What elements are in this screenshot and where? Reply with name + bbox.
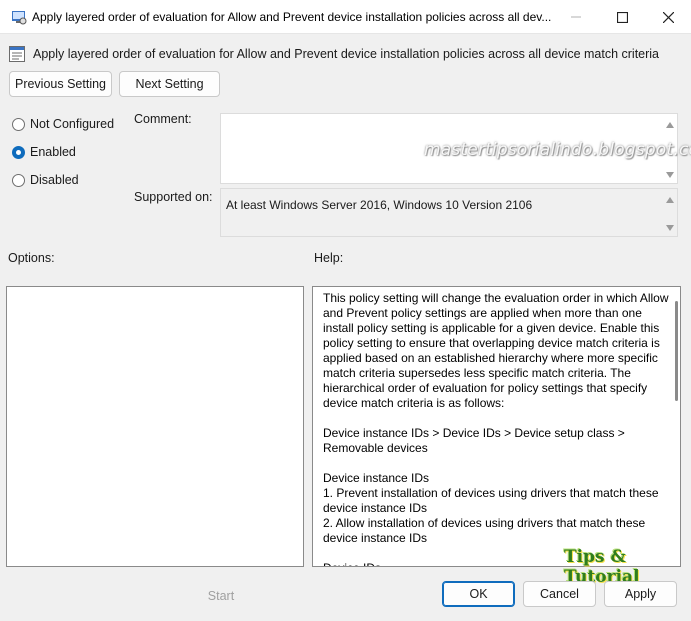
- ok-button[interactable]: OK: [442, 581, 515, 607]
- supported-on-value: At least Windows Server 2016, Windows 10…: [226, 198, 533, 212]
- radio-label: Disabled: [30, 173, 79, 187]
- radio-circle-checked[interactable]: [12, 145, 25, 159]
- options-label: Options:: [8, 251, 55, 265]
- help-label: Help:: [314, 251, 344, 265]
- help-text: This policy setting will change the eval…: [323, 291, 669, 566]
- supported-on-label: Supported on:: [134, 190, 213, 204]
- maximize-icon: [616, 11, 628, 23]
- start-button[interactable]: Start: [198, 583, 244, 609]
- radio-label: Enabled: [30, 145, 76, 159]
- scroll-up-icon[interactable]: [665, 120, 674, 129]
- policy-title: Apply layered order of evaluation for Al…: [33, 47, 660, 61]
- scroll-down-icon[interactable]: [665, 223, 674, 232]
- radio-disabled[interactable]: Disabled: [12, 172, 79, 188]
- apply-button[interactable]: Apply: [604, 581, 677, 607]
- window-title: Apply layered order of evaluation for Al…: [32, 10, 552, 24]
- scroll-down-icon[interactable]: [665, 170, 674, 179]
- help-panel[interactable]: This policy setting will change the eval…: [312, 286, 681, 567]
- comment-label: Comment:: [134, 112, 192, 126]
- supported-on-field: At least Windows Server 2016, Windows 10…: [220, 188, 678, 237]
- minimize-icon: [571, 16, 581, 18]
- scroll-up-icon[interactable]: [665, 195, 674, 204]
- minimize-button[interactable]: [553, 0, 599, 34]
- title-bar: Apply layered order of evaluation for Al…: [0, 0, 691, 34]
- radio-not-configured[interactable]: Not Configured: [12, 116, 114, 132]
- policy-editor-app-icon: [11, 9, 27, 25]
- previous-setting-button[interactable]: Previous Setting: [9, 71, 112, 97]
- cancel-button[interactable]: Cancel: [523, 581, 596, 607]
- radio-circle[interactable]: [12, 173, 25, 187]
- radio-circle[interactable]: [12, 117, 25, 131]
- maximize-button[interactable]: [599, 0, 645, 34]
- radio-label: Not Configured: [30, 117, 115, 131]
- options-panel: [6, 286, 304, 567]
- watermark-text: mastertipsorialindo.blogspot.com: [424, 140, 691, 160]
- close-button[interactable]: [645, 0, 691, 34]
- policy-header: Apply layered order of evaluation for Al…: [9, 45, 683, 63]
- help-scrollbar[interactable]: [675, 301, 678, 401]
- policy-setting-icon: [9, 46, 25, 62]
- next-setting-button[interactable]: Next Setting: [119, 71, 220, 97]
- radio-enabled[interactable]: Enabled: [12, 144, 76, 160]
- close-icon: [662, 11, 674, 23]
